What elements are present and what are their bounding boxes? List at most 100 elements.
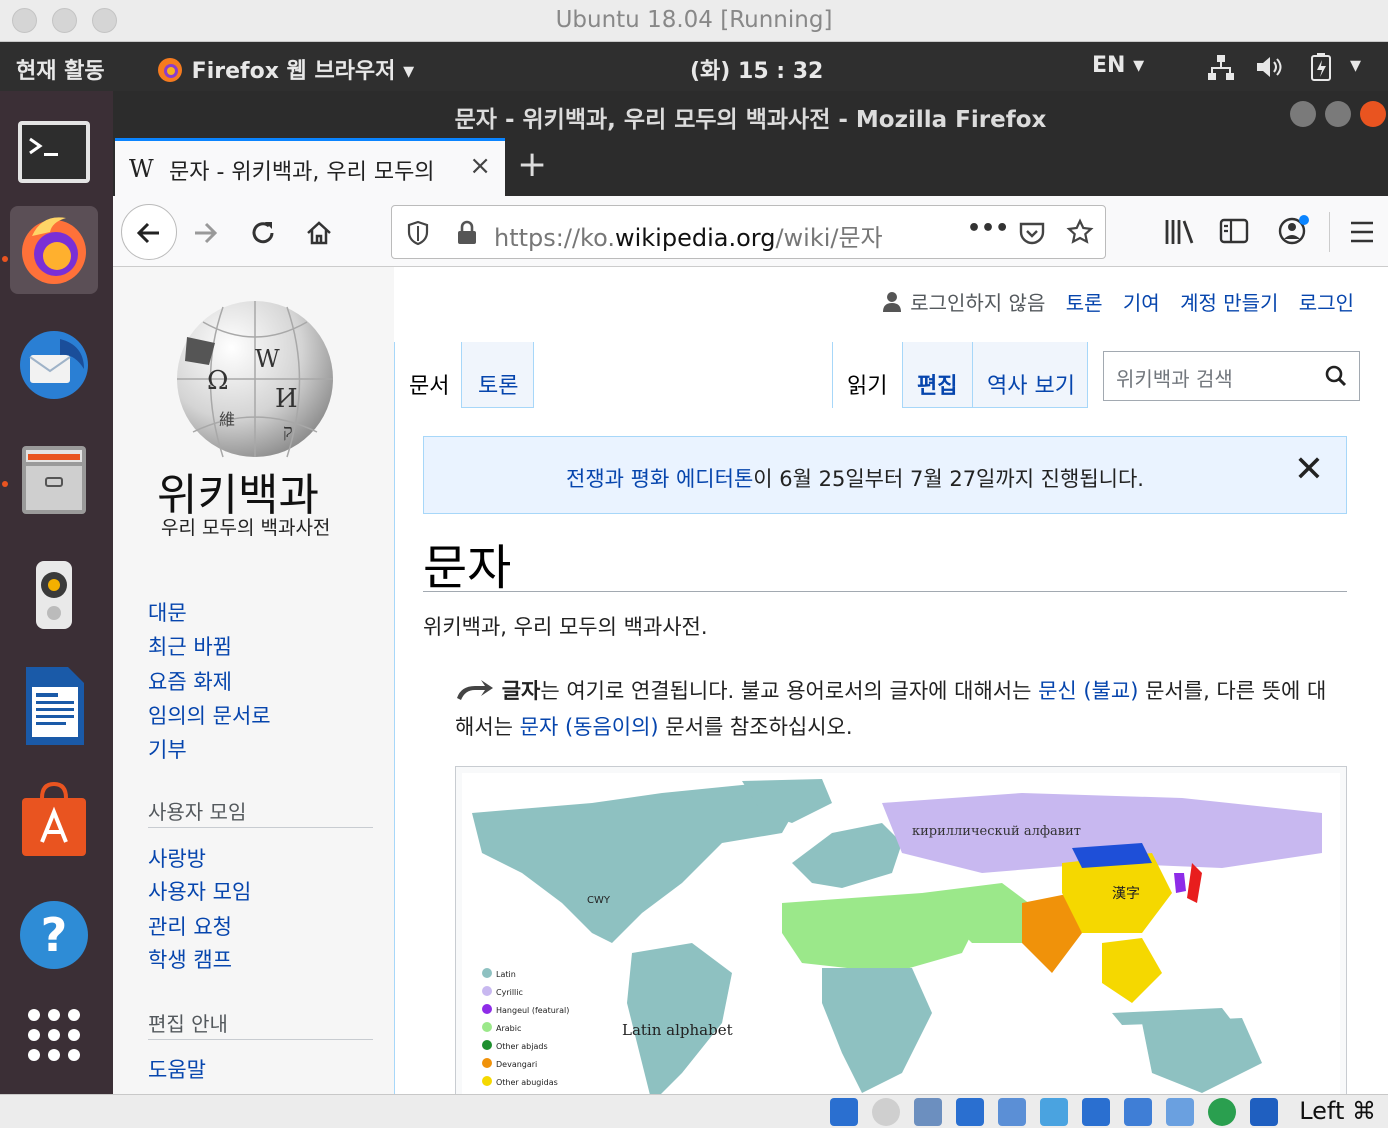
sidebar-item-random[interactable]: 임의의 문서로 xyxy=(148,700,271,730)
app-menu-label: Firefox 웹 브라우저 xyxy=(191,59,396,84)
hatnote-text: 문서를 참조하십시오. xyxy=(658,715,853,739)
home-button[interactable] xyxy=(293,206,345,258)
volume-icon[interactable] xyxy=(1255,54,1285,80)
southeast-asia-shape xyxy=(1102,938,1162,1003)
wiki-search-input[interactable]: 위키백과 검색 xyxy=(1103,351,1360,401)
wikipedia-globe-logo-icon[interactable]: Ω W И 維 ק xyxy=(163,297,348,462)
audio-icon[interactable] xyxy=(914,1098,942,1126)
tab-history[interactable]: 역사 보기 xyxy=(972,342,1088,408)
sidebar-item-current[interactable]: 요즘 화제 xyxy=(148,666,232,696)
firefox-titlebar: 문자 - 위키백과, 우리 모두의 백과사전 - Mozilla Firefox xyxy=(113,91,1388,138)
tab-edit[interactable]: 편집 xyxy=(902,342,972,408)
login-link[interactable]: 로그인 xyxy=(1299,291,1354,315)
sidebar-toggle-icon[interactable] xyxy=(1219,218,1249,244)
shared-folders-icon[interactable] xyxy=(1040,1098,1068,1126)
app-menu[interactable]: Firefox 웹 브라우저 ▾ xyxy=(156,53,414,85)
page-actions-menu-icon[interactable]: ••• xyxy=(967,216,1009,241)
rhythmbox-icon[interactable] xyxy=(10,551,98,639)
sidebar-item-village-pump[interactable]: 사랑방 xyxy=(148,843,206,873)
close-button[interactable] xyxy=(1360,101,1386,127)
firefox-icon[interactable] xyxy=(10,206,98,294)
tab-strip: W 문자 - 위키백과, 우리 모두의 × + xyxy=(113,138,1388,196)
thunderbird-icon[interactable] xyxy=(10,321,98,409)
create-account-link[interactable]: 계정 만들기 xyxy=(1180,291,1278,315)
editathon-link[interactable]: 전쟁과 평화 에디터톤 xyxy=(566,467,753,491)
tab-read[interactable]: 읽기 xyxy=(832,342,902,408)
network-adapter-icon[interactable] xyxy=(956,1098,984,1126)
bookmark-star-icon[interactable] xyxy=(1066,218,1094,246)
library-icon[interactable] xyxy=(1163,218,1195,246)
activities-button[interactable]: 현재 활동 xyxy=(16,53,105,85)
sidebar-item-help[interactable]: 도움말 xyxy=(148,1054,206,1084)
software-center-icon[interactable] xyxy=(10,776,98,864)
banner-text: 전쟁과 평화 에디터톤이 6월 25일부터 7월 27일까지 진행됩니다. xyxy=(424,463,1286,493)
north-america-shape xyxy=(472,783,802,943)
files-icon[interactable] xyxy=(10,436,98,524)
sidebar-item-donate[interactable]: 기부 xyxy=(148,734,187,764)
optical-drive-icon[interactable] xyxy=(872,1098,900,1126)
web-page: Ω W И 維 ק 위키백과 우리 모두의 백과사전 대문 최근 바뀜 요즘 화… xyxy=(113,267,1388,1094)
talk-link[interactable]: 토론 xyxy=(1066,291,1103,315)
help-icon[interactable]: ? xyxy=(10,891,98,979)
legend-swatch-devangari xyxy=(482,1058,492,1068)
close-icon[interactable]: ✕ xyxy=(1294,449,1324,490)
writing-systems-map-figure: кириллическuй алфавит 漢字 CWY Latin alpha… xyxy=(455,766,1347,1094)
top-panel: 현재 활동 Firefox 웹 브라우저 ▾ (화) 15 : 32 EN ▾ … xyxy=(0,42,1388,91)
tab-talk[interactable]: 토론 xyxy=(462,342,534,408)
maximize-button[interactable] xyxy=(1325,101,1351,127)
terminal-icon[interactable] xyxy=(10,109,98,197)
banner-message: 이 6월 25일부터 7월 27일까지 진행됩니다. xyxy=(753,467,1144,491)
wikipedia-favicon-icon: W xyxy=(129,155,154,183)
map-label-cyrillic: кириллическuй алфавит xyxy=(912,824,1081,839)
sidebar-item-community[interactable]: 사용자 모임 xyxy=(148,876,251,906)
lock-icon[interactable] xyxy=(456,220,478,246)
hamburger-menu-icon[interactable] xyxy=(1349,220,1375,244)
sidebar-item-student-camp[interactable]: 학생 캠프 xyxy=(148,944,232,974)
cpu-icon[interactable] xyxy=(1166,1098,1194,1126)
svg-text:И: И xyxy=(275,384,298,414)
recording-icon[interactable] xyxy=(1124,1098,1152,1126)
svg-text:Ω: Ω xyxy=(207,366,229,396)
libreoffice-writer-icon[interactable] xyxy=(10,661,98,749)
legend-swatch-other-abugidas xyxy=(482,1076,492,1086)
url-bar[interactable]: https://ko.wikipedia.org/wiki/문자 ••• xyxy=(391,205,1106,259)
contributions-link[interactable]: 기여 xyxy=(1123,291,1160,315)
account-icon[interactable] xyxy=(1277,214,1311,246)
svg-text:ק: ק xyxy=(283,421,293,442)
battery-icon[interactable] xyxy=(1310,52,1332,82)
usb-icon[interactable] xyxy=(998,1098,1026,1126)
search-icon[interactable] xyxy=(1325,365,1347,387)
europe-shape xyxy=(792,823,902,888)
network-icon[interactable] xyxy=(1206,54,1236,82)
reload-button[interactable] xyxy=(237,206,289,258)
system-menu-arrow[interactable]: ▾ xyxy=(1350,53,1361,78)
keyboard-capture-icon[interactable] xyxy=(1250,1098,1278,1126)
pocket-icon[interactable] xyxy=(1018,220,1046,246)
browser-tab[interactable]: W 문자 - 위키백과, 우리 모두의 × xyxy=(115,138,505,196)
sidebar-item-main[interactable]: 대문 xyxy=(148,597,187,627)
minimize-button[interactable] xyxy=(1290,101,1316,127)
hard-disk-icon[interactable] xyxy=(830,1098,858,1126)
hatnote-link-disambiguation[interactable]: 문자 (동음이의) xyxy=(520,715,659,739)
sidebar-item-recent[interactable]: 최근 바뀜 xyxy=(148,631,232,661)
show-apps-icon[interactable] xyxy=(10,991,98,1079)
forward-button[interactable] xyxy=(179,206,231,258)
input-source[interactable]: EN ▾ xyxy=(1092,53,1144,78)
new-tab-button[interactable]: + xyxy=(517,144,547,185)
url-text[interactable]: https://ko.wikipedia.org/wiki/문자 xyxy=(494,218,883,253)
article-content: 전쟁과 평화 에디터톤이 6월 25일부터 7월 27일까지 진행됩니다. ✕ … xyxy=(394,408,1388,1094)
legend-label-hangeul: Hangeul (featural) xyxy=(496,1006,569,1015)
guest-additions-icon[interactable] xyxy=(1208,1098,1236,1126)
sidebar-item-admin-requests[interactable]: 관리 요청 xyxy=(148,911,232,941)
hatnote-text: 는 여기로 연결됩니다. 불교 용어로서의 글자에 대해서는 xyxy=(540,679,1039,703)
tab-close-icon[interactable]: × xyxy=(469,151,491,181)
url-prefix: https://ko. xyxy=(494,224,615,252)
writing-systems-map[interactable]: кириллическuй алфавит 漢字 CWY Latin alpha… xyxy=(462,773,1340,1094)
navigation-toolbar: https://ko.wikipedia.org/wiki/문자 ••• xyxy=(113,196,1388,267)
tab-article[interactable]: 문서 xyxy=(394,342,462,408)
hatnote-link-buddhism[interactable]: 문신 (불교) xyxy=(1038,679,1138,703)
display-icon[interactable] xyxy=(1082,1098,1110,1126)
shield-icon[interactable] xyxy=(406,220,430,246)
back-button[interactable] xyxy=(121,204,177,260)
clock[interactable]: (화) 15 : 32 xyxy=(690,53,823,85)
